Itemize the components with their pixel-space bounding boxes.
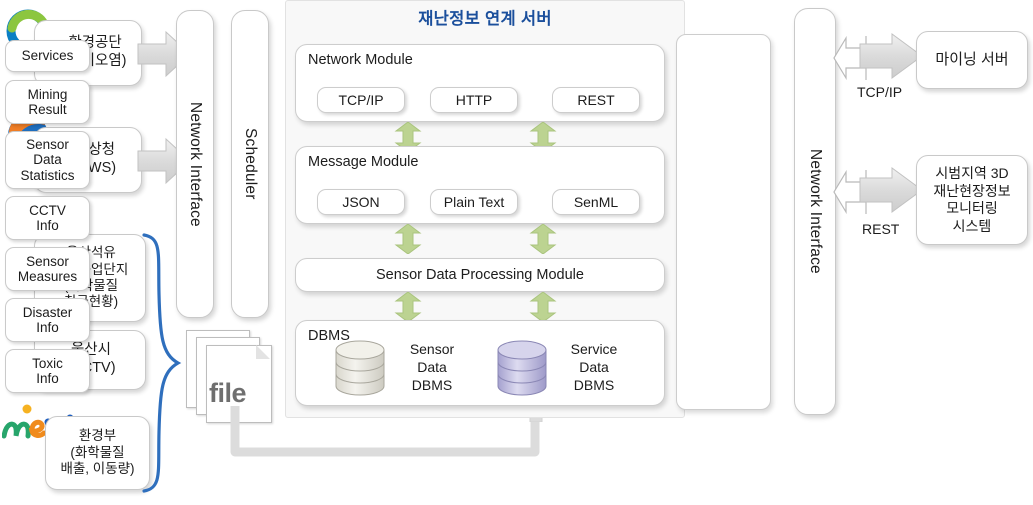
dbms-store-line: Sensor xyxy=(409,341,455,357)
target-line: 재난현장정보 xyxy=(933,182,1011,199)
sensor-data-processing-label: Sensor Data Processing Module xyxy=(376,267,584,283)
target-line: 모니터링 xyxy=(946,200,998,216)
service-item-mining-result[interactable]: Mining Result xyxy=(5,80,90,124)
service-line: Info xyxy=(36,371,59,386)
source-line: 배출, 이동량) xyxy=(60,461,135,477)
network-module-label: Network Module xyxy=(308,52,413,68)
dbms-store-line: DBMS xyxy=(411,377,453,394)
source-box-4[interactable]: 환경부 (화학물질 배출, 이동량) xyxy=(45,416,150,490)
right-network-interface-column[interactable]: Network Interface xyxy=(794,8,836,415)
service-line: Sensor xyxy=(26,253,69,269)
service-line: Sensor xyxy=(26,137,69,153)
bidirectional-arrow-icon xyxy=(394,224,422,254)
target-line: 시범지역 3D xyxy=(935,165,1009,181)
sensor-data-dbms-cylinder-icon xyxy=(335,340,385,396)
target-line: 마이닝 서버 xyxy=(935,50,1009,68)
message-module-label: Message Module xyxy=(308,154,419,170)
service-line: Info xyxy=(36,320,59,335)
right-network-interface-label: Network Interface xyxy=(807,149,824,274)
output-arrow-monitoring-icon xyxy=(833,167,923,215)
sensor-data-processing-module[interactable]: Sensor Data Processing Module xyxy=(295,258,665,292)
file-corner-fold-icon xyxy=(256,345,270,359)
services-rail xyxy=(676,34,771,410)
service-line: Disaster xyxy=(22,304,73,320)
bidirectional-arrow-icon xyxy=(529,224,557,254)
service-line: Mining xyxy=(27,86,68,102)
left-network-interface-column[interactable]: Network Interface xyxy=(176,10,214,318)
service-line: Info xyxy=(36,218,59,233)
service-line: Result xyxy=(28,102,67,117)
service-data-dbms-cylinder-icon xyxy=(497,340,547,396)
dbms-store-line: Service xyxy=(570,341,618,357)
chip-senml[interactable]: SenML xyxy=(552,189,640,215)
service-line: Data xyxy=(33,152,62,168)
chip-tcpip[interactable]: TCP/IP xyxy=(317,87,405,113)
scheduler-column[interactable]: Scheduler xyxy=(231,10,269,318)
chip-http[interactable]: HTTP xyxy=(430,87,518,113)
service-line: Statistics xyxy=(20,167,75,183)
dbms-store-line: Data xyxy=(579,359,609,376)
protocol-label-tcpip: TCP/IP xyxy=(857,84,903,100)
dbms-store-line: DBMS xyxy=(573,377,615,394)
output-arrow-mining-icon xyxy=(833,33,923,81)
bidirectional-arrow-icon xyxy=(529,292,557,322)
chip-rest[interactable]: REST xyxy=(552,87,640,113)
dbms-store-line: Data xyxy=(417,359,447,376)
target-line: 시스템 xyxy=(952,217,992,234)
target-box-monitoring-system[interactable]: 시범지역 3D 재난현장정보 모니터링 시스템 xyxy=(916,155,1028,245)
protocol-label-rest: REST xyxy=(862,221,900,237)
chip-json[interactable]: JSON xyxy=(317,189,405,215)
source-line: (화학물질 xyxy=(70,444,125,460)
architecture-diagram: 환경공단 (대기오염) 기상청 (AWS) 울산석유 화학공업단지 (화학물질 … xyxy=(0,0,1033,505)
chip-plain-text[interactable]: Plain Text xyxy=(430,189,518,215)
bidirectional-arrow-icon xyxy=(394,292,422,322)
service-line: Toxic xyxy=(32,355,63,371)
target-box-mining-server[interactable]: 마이닝 서버 xyxy=(916,31,1028,89)
service-item-disaster-info[interactable]: Disaster Info xyxy=(5,298,90,342)
service-data-dbms-label: Service Data DBMS xyxy=(554,340,634,395)
service-line: CCTV xyxy=(29,202,66,218)
source-line: 환경부 xyxy=(78,428,117,444)
service-item-sensor-measures[interactable]: Sensor Measures xyxy=(5,247,90,291)
service-item-sensor-data-statistics[interactable]: Sensor Data Statistics xyxy=(5,131,90,189)
service-line: Measures xyxy=(17,269,78,284)
server-title: 재난정보 연계 서버 xyxy=(418,10,552,28)
sensor-data-dbms-label: Sensor Data DBMS xyxy=(392,340,472,395)
scheduler-label: Scheduler xyxy=(242,128,259,200)
services-header: Services xyxy=(5,40,90,72)
service-item-cctv-info[interactable]: CCTV Info xyxy=(5,196,90,240)
left-network-interface-label: Network Interface xyxy=(187,101,204,227)
service-item-toxic-info[interactable]: Toxic Info xyxy=(5,349,90,393)
